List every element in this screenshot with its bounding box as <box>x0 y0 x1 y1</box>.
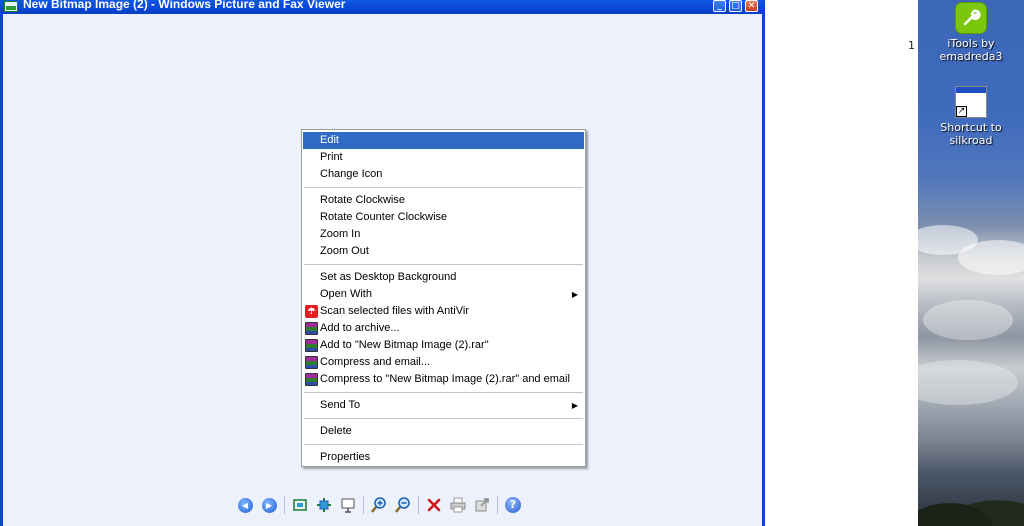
menu-item-edit[interactable]: Edit <box>303 132 584 149</box>
menu-item-label: Zoom In <box>320 228 361 240</box>
menu-item-add-to-rar[interactable]: Add to "New Bitmap Image (2).rar" <box>303 337 584 354</box>
picture-viewer-icon <box>4 1 18 12</box>
picture-viewer-window: New Bitmap Image (2) - Windows Picture a… <box>0 0 765 526</box>
desktop-icon-label: Shortcut to <box>940 121 1002 134</box>
menu-item-label: Rotate Counter Clockwise <box>320 211 448 223</box>
best-fit-icon <box>293 499 307 511</box>
menu-item-rotate-counter-clockwise[interactable]: Rotate Counter Clockwise <box>303 209 584 226</box>
menu-item-delete[interactable]: Delete <box>303 423 584 440</box>
slideshow-icon <box>341 498 355 513</box>
viewer-toolbar: ◀ ▶ ? <box>234 493 526 517</box>
title-bar[interactable]: New Bitmap Image (2) - Windows Picture a… <box>0 0 765 14</box>
print-button[interactable] <box>447 494 469 516</box>
menu-item-label: Rotate Clockwise <box>320 194 405 206</box>
application-window-icon: ↗ <box>955 86 987 118</box>
next-image-icon: ▶ <box>261 497 277 513</box>
menu-item-open-with[interactable]: Open With ▶ <box>303 286 584 303</box>
menu-separator <box>303 440 584 449</box>
menu-item-label: Add to "New Bitmap Image (2).rar" <box>320 339 489 351</box>
menu-separator <box>303 260 584 269</box>
menu-separator <box>303 183 584 192</box>
menu-item-properties[interactable]: Properties <box>303 449 584 466</box>
winrar-icon <box>305 373 318 386</box>
menu-item-zoom-in[interactable]: Zoom In <box>303 226 584 243</box>
menu-item-label: Compress and email... <box>320 356 431 368</box>
context-menu: Edit Print Change Icon Rotate Clockwise … <box>301 129 586 467</box>
blank-area <box>768 0 918 526</box>
copy-to-button[interactable] <box>471 494 493 516</box>
menu-item-label: Zoom Out <box>320 245 369 257</box>
menu-item-rotate-clockwise[interactable]: Rotate Clockwise <box>303 192 584 209</box>
trees-silhouette <box>918 486 1024 526</box>
menu-item-label: Set as Desktop Background <box>320 271 457 283</box>
menu-separator <box>303 388 584 397</box>
menu-item-label: Print <box>320 151 343 163</box>
menu-item-label: Delete <box>320 425 352 437</box>
previous-image-button[interactable]: ◀ <box>234 494 256 516</box>
desktop-background: iTools by emadreda3 ↗ Shortcut to silkro… <box>918 0 1024 526</box>
desktop-icon-label: silkroad <box>949 134 993 147</box>
menu-item-send-to[interactable]: Send To ▶ <box>303 397 584 414</box>
delete-button[interactable] <box>423 494 445 516</box>
menu-item-print[interactable]: Print <box>303 149 584 166</box>
winrar-icon <box>305 339 318 352</box>
submenu-arrow-icon: ▶ <box>571 401 578 410</box>
menu-item-zoom-out[interactable]: Zoom Out <box>303 243 584 260</box>
menu-item-set-as-desktop-background[interactable]: Set as Desktop Background <box>303 269 584 286</box>
menu-item-label: Add to archive... <box>320 322 400 334</box>
next-image-button[interactable]: ▶ <box>258 494 280 516</box>
window-title: New Bitmap Image (2) - Windows Picture a… <box>23 0 346 11</box>
desktop-icon-label: iTools by <box>947 37 995 50</box>
zoom-out-icon <box>395 497 410 513</box>
antivir-icon: ☂ <box>305 305 318 318</box>
partial-desktop-label: 1 <box>908 39 915 52</box>
menu-item-label: Compress to "New Bitmap Image (2).rar" a… <box>320 373 570 385</box>
toolbar-separator <box>497 496 498 514</box>
slideshow-button[interactable] <box>337 494 359 516</box>
menu-item-label: Send To <box>320 399 361 411</box>
toolbar-separator <box>363 496 364 514</box>
menu-item-label: Scan selected files with AntiVir <box>320 305 469 317</box>
menu-item-compress-and-email[interactable]: Compress and email... <box>303 354 584 371</box>
menu-item-compress-to-rar-and-email[interactable]: Compress to "New Bitmap Image (2).rar" a… <box>303 371 584 388</box>
help-button[interactable]: ? <box>502 494 524 516</box>
wrench-icon <box>955 2 987 34</box>
menu-item-label: Edit <box>320 134 339 146</box>
actual-size-icon <box>317 498 331 512</box>
menu-item-change-icon[interactable]: Change Icon <box>303 166 584 183</box>
actual-size-button[interactable] <box>313 494 335 516</box>
desktop-icon-itools[interactable]: iTools by emadreda3 <box>918 2 1024 63</box>
menu-item-scan-antivir[interactable]: ☂ Scan selected files with AntiVir <box>303 303 584 320</box>
delete-icon <box>427 498 441 512</box>
help-icon: ? <box>505 497 521 513</box>
close-button[interactable]: ✕ <box>745 0 758 12</box>
zoom-in-icon <box>371 497 386 513</box>
maximize-button[interactable]: □ <box>729 0 742 12</box>
minimize-button[interactable]: _ <box>713 0 726 12</box>
menu-item-label: Change Icon <box>320 168 383 180</box>
toolbar-separator <box>418 496 419 514</box>
desktop-icon-label: emadreda3 <box>939 50 1003 63</box>
toolbar-separator <box>284 496 285 514</box>
menu-item-add-to-archive[interactable]: Add to archive... <box>303 320 584 337</box>
winrar-icon <box>305 356 318 369</box>
zoom-out-button[interactable] <box>392 494 414 516</box>
menu-separator <box>303 414 584 423</box>
best-fit-button[interactable] <box>289 494 311 516</box>
copy-to-icon <box>475 498 489 512</box>
print-icon <box>450 497 466 513</box>
zoom-in-button[interactable] <box>368 494 390 516</box>
previous-image-icon: ◀ <box>237 497 253 513</box>
submenu-arrow-icon: ▶ <box>571 290 578 299</box>
shortcut-arrow-icon: ↗ <box>956 106 967 117</box>
winrar-icon <box>305 322 318 335</box>
menu-item-label: Open With <box>320 288 372 300</box>
menu-item-label: Properties <box>320 451 371 463</box>
desktop-icon-silkroad-shortcut[interactable]: ↗ Shortcut to silkroad <box>918 86 1024 147</box>
